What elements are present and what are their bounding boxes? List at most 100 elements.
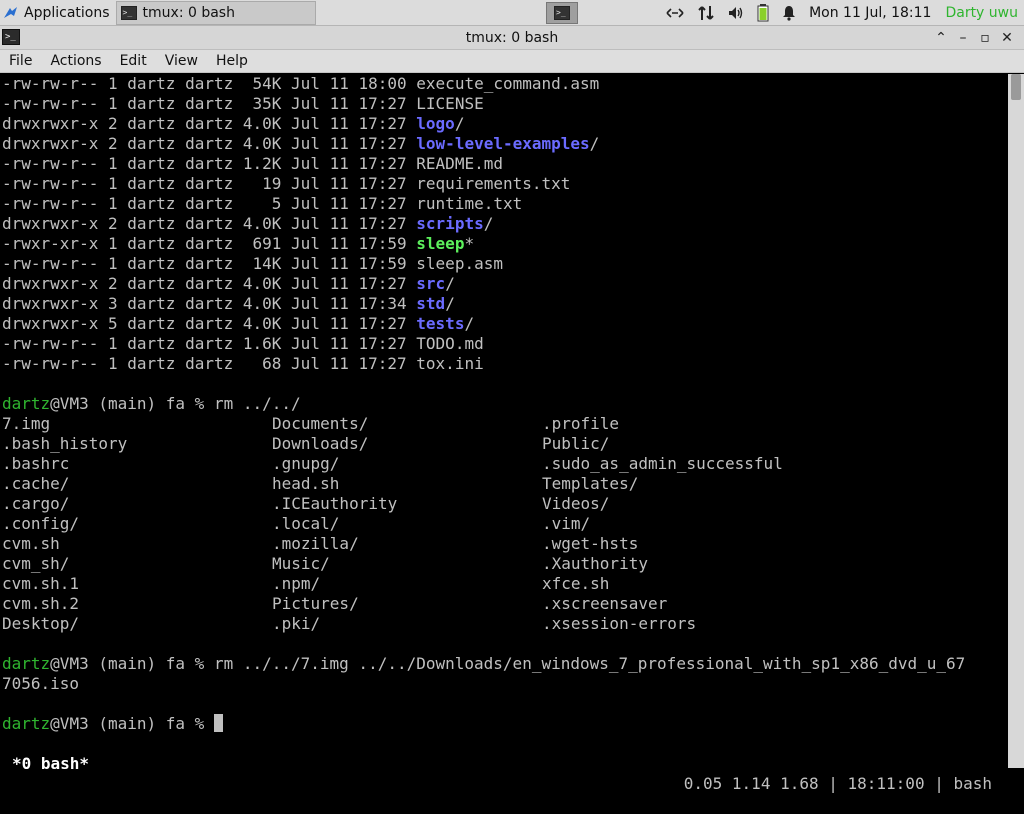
- window-titlebar[interactable]: >_ tmux: 0 bash ⌃ – ▫ ✕: [0, 26, 1024, 50]
- listing-row: drwxrwxr-x 2 dartz dartz 4.0K Jul 11 17:…: [2, 274, 455, 294]
- menu-view[interactable]: View: [156, 53, 207, 69]
- listing-row: -rw-rw-r-- 1 dartz dartz 54K Jul 11 18:0…: [2, 74, 599, 94]
- prompt-user: dartz: [2, 654, 51, 673]
- terminal-icon: >_: [120, 5, 137, 20]
- file-permissions: -rwxr-xr-x: [2, 234, 99, 253]
- completion-item: .npm/: [272, 574, 321, 593]
- file-owner: dartz: [127, 214, 176, 233]
- scrollbar-thumb[interactable]: [1011, 74, 1021, 100]
- completion-item: head.sh: [272, 474, 340, 493]
- completion-item: Downloads/: [272, 434, 369, 453]
- completion-item: .local/: [272, 514, 340, 533]
- command-2-wrap: 7056.iso: [2, 674, 80, 693]
- link-count: 1: [107, 94, 118, 113]
- completion-item: Videos/: [542, 494, 610, 513]
- listing-row: -rw-rw-r-- 1 dartz dartz 35K Jul 11 17:2…: [2, 94, 484, 114]
- completion-item: .xscreensaver: [542, 594, 668, 613]
- file-owner: dartz: [127, 314, 176, 333]
- file-name: tests: [416, 314, 465, 333]
- battery-icon[interactable]: [757, 4, 769, 22]
- file-size: 14K: [242, 254, 282, 273]
- minimize-button[interactable]: –: [952, 30, 974, 46]
- file-size: 4.0K: [242, 214, 282, 233]
- listing-row: -rw-rw-r-- 1 dartz dartz 14K Jul 11 17:5…: [2, 254, 503, 274]
- user-menu[interactable]: Darty uwu: [945, 5, 1018, 21]
- file-size: 4.0K: [242, 274, 282, 293]
- prompt-line-3[interactable]: dartz@VM3 (main) fa %: [2, 714, 223, 734]
- file-permissions: -rw-rw-r--: [2, 174, 99, 193]
- file-date: Jul 11 18:00: [291, 74, 407, 93]
- terminal-output[interactable]: -rw-rw-r-- 1 dartz dartz 54K Jul 11 18:0…: [0, 74, 1008, 793]
- notification-bell-icon[interactable]: [781, 5, 797, 21]
- scrollbar[interactable]: [1008, 74, 1024, 768]
- prompt-user: dartz: [2, 394, 51, 413]
- file-date: Jul 11 17:27: [291, 214, 407, 233]
- file-group: dartz: [185, 94, 234, 113]
- file-type-suffix: /: [464, 314, 475, 333]
- transfer-icon[interactable]: [697, 4, 715, 22]
- link-count: 1: [107, 254, 118, 273]
- file-permissions: -rw-rw-r--: [2, 154, 99, 173]
- window-controls: ⌃ – ▫ ✕: [930, 26, 1018, 50]
- file-type-suffix: /: [445, 274, 455, 293]
- completion-item: Desktop/: [2, 614, 80, 633]
- completion-item: cvm.sh: [2, 534, 60, 553]
- file-name: tox.ini: [416, 354, 484, 373]
- file-name: logo: [416, 114, 455, 133]
- file-name: sleep: [416, 234, 465, 253]
- file-permissions: -rw-rw-r--: [2, 334, 99, 353]
- menu-edit[interactable]: Edit: [111, 53, 156, 69]
- listing-row: -rw-rw-r-- 1 dartz dartz 1.2K Jul 11 17:…: [2, 154, 503, 174]
- link-count: 2: [107, 214, 118, 233]
- close-button[interactable]: ✕: [996, 30, 1018, 46]
- link-count: 2: [107, 134, 118, 153]
- completion-item: .vim/: [542, 514, 591, 533]
- completion-item: Templates/: [542, 474, 639, 493]
- applications-menu-button[interactable]: Applications: [0, 0, 114, 26]
- volume-icon[interactable]: [727, 5, 745, 21]
- network-arrows-icon[interactable]: [665, 6, 685, 20]
- taskbar-item-tmux[interactable]: >_ tmux: 0 bash: [115, 0, 316, 25]
- file-permissions: -rw-rw-r--: [2, 194, 99, 213]
- menu-file[interactable]: File: [0, 53, 41, 69]
- file-size: 54K: [242, 74, 282, 93]
- xfce-mouse-icon: [4, 6, 17, 18]
- tmux-window-label[interactable]: *0 bash*: [12, 754, 89, 774]
- file-date: Jul 11 17:27: [291, 274, 407, 293]
- menu-help[interactable]: Help: [207, 53, 257, 69]
- file-group: dartz: [185, 174, 234, 193]
- file-size: 4.0K: [242, 294, 282, 313]
- file-owner: dartz: [127, 274, 176, 293]
- maximize-button[interactable]: ▫: [974, 30, 996, 46]
- file-date: Jul 11 17:59: [291, 234, 407, 253]
- file-date: Jul 11 17:27: [291, 194, 407, 213]
- file-permissions: -rw-rw-r--: [2, 74, 99, 93]
- file-owner: dartz: [127, 354, 176, 373]
- menu-actions[interactable]: Actions: [41, 53, 110, 69]
- file-name: sleep.asm: [416, 254, 503, 273]
- text-cursor: [213, 714, 223, 732]
- clock[interactable]: Mon 11 Jul, 18:11: [809, 5, 931, 21]
- file-owner: dartz: [127, 194, 176, 213]
- prompt-host: @VM3 (main) fa %: [50, 714, 214, 733]
- completion-item: .pki/: [272, 614, 321, 633]
- workspace-switcher-button[interactable]: >_: [546, 2, 578, 24]
- file-date: Jul 11 17:27: [291, 354, 407, 373]
- file-group: dartz: [185, 194, 234, 213]
- file-name: low-level-examples: [416, 134, 590, 153]
- file-name: runtime.txt: [416, 194, 523, 213]
- file-permissions: drwxrwxr-x: [2, 314, 99, 333]
- listing-row: drwxrwxr-x 2 dartz dartz 4.0K Jul 11 17:…: [2, 114, 464, 134]
- workspace-terminal-icon: >_: [554, 6, 570, 20]
- file-permissions: -rw-rw-r--: [2, 354, 99, 373]
- completion-item: .bashrc: [2, 454, 70, 473]
- prompt-user: dartz: [2, 714, 51, 733]
- link-count: 1: [107, 174, 118, 193]
- completion-item: cvm.sh.1: [2, 574, 80, 593]
- window-title: tmux: 0 bash: [465, 30, 559, 46]
- shade-button[interactable]: ⌃: [930, 30, 952, 46]
- listing-row: drwxrwxr-x 2 dartz dartz 4.0K Jul 11 17:…: [2, 134, 599, 154]
- file-owner: dartz: [127, 174, 176, 193]
- file-owner: dartz: [127, 134, 176, 153]
- file-size: 35K: [242, 94, 282, 113]
